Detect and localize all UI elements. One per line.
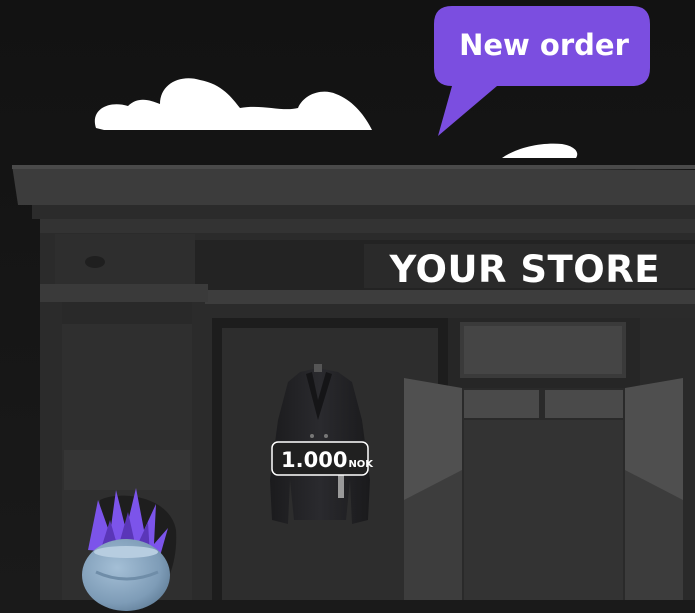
price-currency: NOK	[348, 459, 374, 470]
bubble-text: New order	[459, 28, 629, 62]
price-amount: 1.000	[281, 448, 347, 472]
roof-shadow	[32, 205, 695, 219]
coat-button	[324, 434, 328, 438]
roof-cornice	[12, 165, 695, 205]
roof-step	[40, 219, 695, 233]
roof-highlight	[12, 165, 695, 169]
store-illustration: New order YOUR STORE 1.000NOK	[0, 0, 695, 613]
door-inner-panel	[464, 390, 539, 418]
transom-glass	[464, 326, 622, 374]
store-scene: New order YOUR STORE 1.000NOK	[0, 0, 695, 613]
store-sign-text: YOUR STORE	[389, 248, 660, 291]
door-inner-panel	[545, 390, 623, 418]
sign-ledge	[205, 290, 695, 304]
pillar-ledge	[40, 284, 208, 302]
door-inside	[464, 420, 623, 613]
pillar-crack	[85, 256, 105, 268]
coat-hook	[314, 364, 322, 372]
price-tag: 1.000NOK	[271, 441, 374, 476]
pillar-band	[62, 302, 192, 324]
coat-button	[310, 434, 314, 438]
pot-rim	[94, 546, 158, 558]
pillar-panel	[64, 450, 190, 490]
pillar-cap	[55, 234, 195, 284]
